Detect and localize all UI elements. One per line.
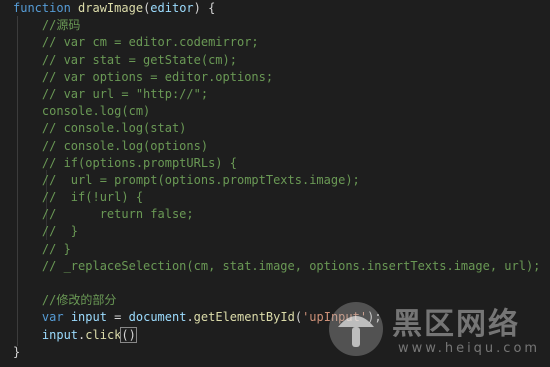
code-token: // return false; xyxy=(13,207,194,222)
code-token: input xyxy=(41,327,79,342)
code-token: ( xyxy=(294,310,303,325)
code-token: //修改的部分 xyxy=(13,293,117,308)
code-token: var xyxy=(41,310,64,325)
code-line[interactable]: // return false; xyxy=(0,206,550,223)
code-line[interactable]: // var stat = getState(cm); xyxy=(0,52,550,69)
watermark-title: 黑区网络 xyxy=(392,307,520,342)
code-line[interactable]: // console.log(options) xyxy=(0,138,550,155)
code-token: // } xyxy=(13,241,71,256)
code-line[interactable]: // if(!url) { xyxy=(0,189,550,206)
code-line[interactable] xyxy=(0,275,550,292)
code-token: = xyxy=(106,310,129,325)
code-token: // var stat = getState(cm); xyxy=(13,52,237,67)
code-token: editor xyxy=(150,1,194,15)
code-token: function xyxy=(13,1,71,15)
code-token: // } xyxy=(13,224,79,239)
code-token: ) { xyxy=(193,1,216,15)
code-token: } xyxy=(13,344,21,359)
code-line[interactable]: //源码 xyxy=(0,17,550,34)
code-token: console.log(cm) xyxy=(13,104,151,119)
code-token: // var options = editor.options; xyxy=(13,69,274,84)
code-line[interactable]: // } xyxy=(0,241,550,258)
code-token: input xyxy=(70,310,107,325)
code-token: // if(!url) { xyxy=(13,190,144,205)
code-editor[interactable]: function drawImage(editor) { //源码 // var… xyxy=(0,0,550,367)
code-token: // var url = "http://"; xyxy=(13,86,209,101)
code-line[interactable]: // var options = editor.options; xyxy=(0,69,550,86)
code-line[interactable]: // var cm = editor.codemirror; xyxy=(0,34,550,51)
code-line[interactable]: // var url = "http://"; xyxy=(0,86,550,103)
code-line[interactable]: // if(options.promptURLs) { xyxy=(0,155,550,172)
code-token: document xyxy=(128,310,187,325)
code-line[interactable]: function drawImage(editor) { xyxy=(0,0,550,17)
code-token: // if(options.promptURLs) { xyxy=(13,155,237,170)
code-token: // url = prompt(options.promptTexts.imag… xyxy=(13,172,360,187)
code-line[interactable]: // console.log(stat) xyxy=(0,120,550,137)
mushroom-logo-icon xyxy=(329,302,383,356)
code-token: click xyxy=(85,327,122,342)
code-token: . xyxy=(186,310,194,325)
code-token: // _replaceSelection(cm, stat.image, opt… xyxy=(13,258,541,273)
code-token: drawImage xyxy=(78,1,144,15)
code-token: //源码 xyxy=(13,18,81,33)
watermark-url: www.heiqu.com xyxy=(398,341,541,356)
code-token: // console.log(options) xyxy=(13,138,209,153)
code-token: // console.log(stat) xyxy=(13,121,187,136)
code-line[interactable]: console.log(cm) xyxy=(0,103,550,120)
code-line[interactable]: // } xyxy=(0,223,550,240)
code-line[interactable]: // url = prompt(options.promptTexts.imag… xyxy=(0,172,550,189)
code-token: getElementById xyxy=(193,310,295,325)
bracket-match-highlight: () xyxy=(120,326,137,343)
code-line[interactable]: // _replaceSelection(cm, stat.image, opt… xyxy=(0,258,550,275)
code-token: // var cm = editor.codemirror; xyxy=(13,35,259,50)
site-watermark: 黑区网络 www.heiqu.com xyxy=(326,297,544,363)
